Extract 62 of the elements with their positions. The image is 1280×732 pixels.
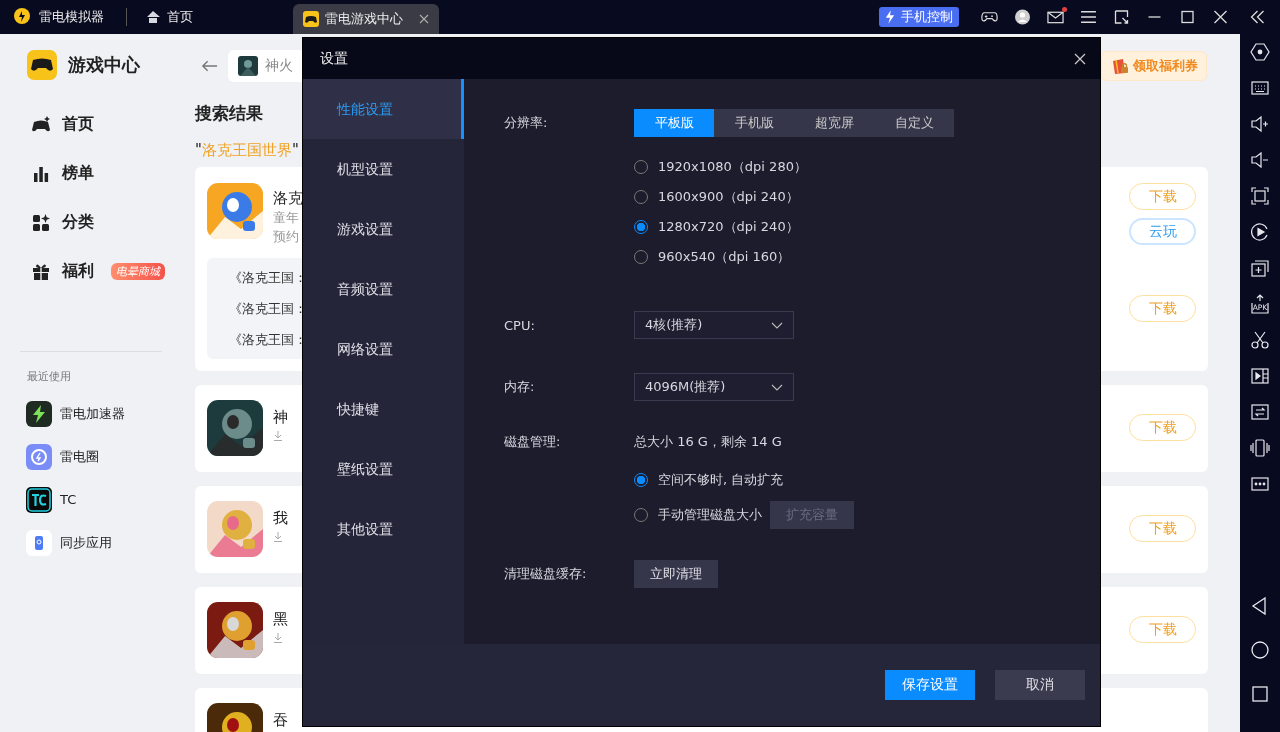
dialog-title: 设置 [320, 49, 348, 68]
sidebar-title: 游戏中心 [68, 53, 140, 77]
resolution-mode-tab[interactable]: 自定义 [874, 109, 954, 137]
radio-label: 960x540（dpi 160） [658, 248, 791, 266]
recent-app-item[interactable]: TC [0, 478, 180, 521]
game-title: 神 [273, 408, 288, 427]
home-tab[interactable]: 首页 [135, 0, 203, 34]
field-label: 分辨率: [504, 114, 549, 132]
resolution-mode-tab[interactable]: 超宽屏 [794, 109, 874, 137]
memory-dropdown[interactable]: 4096M(推荐) [634, 373, 794, 401]
radio-label: 手动管理磁盘大小 [658, 505, 762, 524]
recent-app-label: 雷电加速器 [60, 404, 125, 423]
radio-label: 1920x1080（dpi 280） [658, 158, 807, 176]
game-title: 黑 [273, 610, 288, 629]
sidebar-label: 首页 [62, 114, 94, 135]
game-title: 我 [273, 509, 288, 528]
settings-tab[interactable]: 网络设置 [303, 319, 464, 379]
settings-tab[interactable]: 性能设置 [303, 79, 464, 139]
phone-control-button[interactable]: 手机控制 [879, 7, 959, 27]
field-label: 清理磁盘缓存: [504, 565, 588, 583]
cpu-dropdown[interactable]: 4核(推荐) [634, 311, 794, 339]
sidebar-label: 分类 [62, 212, 94, 233]
radio-label: 空间不够时, 自动扩充 [658, 470, 784, 489]
recent-app-item[interactable]: 雷电圈 [0, 435, 180, 478]
app-name: 雷电模拟器 [39, 8, 104, 26]
sidebar-item[interactable]: 分类 [0, 198, 180, 247]
settings-tab[interactable]: 其他设置 [303, 499, 464, 559]
settings-tab[interactable]: 游戏设置 [303, 199, 464, 259]
settings-tab[interactable]: 壁纸设置 [303, 439, 464, 499]
field-label: CPU: [504, 317, 536, 333]
sidebar-label: 榜单 [62, 163, 94, 184]
game-title: 洛克 [273, 189, 303, 208]
field-label: 磁盘管理: [504, 433, 562, 451]
game-info: 预约 [273, 228, 300, 246]
recent-app-item[interactable]: 同步应用 [0, 521, 180, 564]
resolution-mode-tab[interactable]: 手机版 [714, 109, 794, 137]
radio-label: 1600x900（dpi 240） [658, 188, 799, 206]
sidebar-label: 福利 [62, 261, 94, 282]
results-heading: 搜索结果 [195, 102, 263, 125]
game-title: 吞 [273, 711, 288, 730]
clear-cache-button[interactable]: 立即清理 [634, 560, 718, 588]
sidebar-item[interactable]: 首页 [0, 100, 180, 149]
sidebar-item[interactable]: 榜单 [0, 149, 180, 198]
game-info: 童年 [273, 209, 300, 227]
settings-tab[interactable]: 音频设置 [303, 259, 464, 319]
tab-label: 首页 [167, 8, 193, 26]
app-tab[interactable]: 雷电游戏中心 [293, 4, 439, 34]
recent-app-label: TC [60, 492, 77, 507]
recent-app-item[interactable]: 雷电加速器 [0, 392, 180, 435]
recent-app-label: 雷电圈 [60, 447, 99, 466]
section-heading: 最近使用 [26, 369, 72, 384]
settings-tab[interactable]: 机型设置 [303, 139, 464, 199]
field-label: 内存: [504, 378, 536, 396]
cancel-button[interactable]: 取消 [995, 670, 1085, 700]
recent-app-label: 同步应用 [60, 533, 112, 552]
query-summary: "洛克王国世界" [195, 141, 299, 160]
promo-badge: 电晕商城 [111, 263, 165, 280]
tab-label: 雷电游戏中心 [325, 10, 403, 28]
disk-info: 总大小 16 G，剩余 14 G [634, 433, 782, 451]
radio-label: 1280x720（dpi 240） [658, 218, 799, 236]
sidebar-item[interactable]: 福利 电晕商城 [0, 247, 180, 296]
settings-tab[interactable]: 快捷键 [303, 379, 464, 439]
